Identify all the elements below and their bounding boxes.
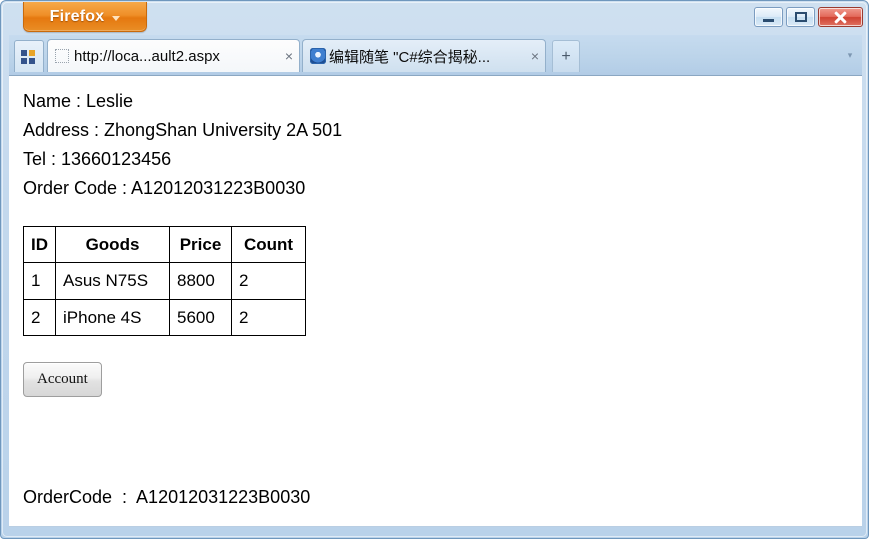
page-viewport: Name : Leslie Address : ZhongShan Univer…	[9, 76, 862, 527]
tab-groups-button[interactable]	[14, 40, 44, 72]
goods-table: ID Goods Price Count 1 Asus N75S 8800 2 …	[23, 225, 306, 337]
page-content: Name : Leslie Address : ZhongShan Univer…	[23, 87, 343, 526]
favicon-placeholder-icon	[55, 49, 69, 63]
close-button[interactable]	[818, 7, 863, 27]
table-cell-count: 2	[231, 298, 306, 337]
tab-strip: http://loca...ault2.aspx × 编辑随笔 "C#综合揭秘.…	[9, 35, 862, 76]
table-cell-id: 2	[23, 298, 56, 337]
minimize-icon	[763, 19, 774, 22]
table-cell-price: 8800	[169, 262, 232, 300]
order-summary: OrderCode : A12012031223B0030 TotalPrice…	[23, 425, 342, 526]
browser-tab-1-title: 编辑随笔 "C#综合揭秘...	[329, 48, 491, 66]
chevron-down-icon	[112, 15, 121, 21]
new-tab-button[interactable]: +	[552, 40, 580, 72]
maximize-icon	[794, 12, 807, 22]
table-cell-id: 1	[23, 262, 56, 300]
table-header-price: Price	[169, 225, 232, 264]
browser-tab-1-close-icon[interactable]: ×	[531, 49, 539, 63]
table-header-count: Count	[231, 225, 306, 264]
table-cell-goods: Asus N75S	[55, 262, 170, 300]
browser-tab-0-title: http://loca...ault2.aspx	[74, 47, 220, 65]
close-icon	[833, 10, 848, 25]
table-header-row: ID Goods Price Count	[23, 225, 306, 264]
info-line-order-code: Order Code : A12012031223B0030	[23, 178, 306, 199]
firefox-menu-button[interactable]: Firefox	[23, 2, 147, 32]
table-cell-goods: iPhone 4S	[55, 298, 170, 337]
window-controls	[754, 7, 863, 27]
table-cell-price: 5600	[169, 298, 232, 337]
tab-groups-icon	[21, 49, 37, 64]
favicon-site-icon	[310, 48, 326, 64]
info-line-tel: Tel : 13660123456	[23, 149, 172, 170]
browser-tab-0-close-icon[interactable]: ×	[285, 49, 293, 63]
firefox-menu-label: Firefox	[49, 7, 105, 25]
list-all-tabs-icon[interactable]: ▾	[842, 47, 858, 63]
browser-tab-0[interactable]: http://loca...ault2.aspx ×	[47, 39, 300, 72]
account-button[interactable]: Account	[23, 362, 102, 397]
summary-line-order-code: OrderCode : A12012031223B0030	[23, 486, 311, 507]
table-row: 1 Asus N75S 8800 2	[23, 262, 306, 300]
table-header-goods: Goods	[55, 225, 170, 264]
browser-window: Firefox http://loca...ault2.aspx × 编辑随笔 …	[0, 0, 869, 539]
info-line-name: Name : Leslie	[23, 91, 134, 111]
title-bar: Firefox	[1, 1, 869, 35]
info-line-address: Address : ZhongShan University 2A 501	[23, 120, 343, 141]
minimize-button[interactable]	[754, 7, 783, 27]
table-header-id: ID	[23, 225, 56, 264]
table-cell-count: 2	[231, 262, 306, 300]
table-row: 2 iPhone 4S 5600 2	[23, 298, 306, 337]
browser-tab-1[interactable]: 编辑随笔 "C#综合揭秘... ×	[302, 39, 546, 72]
maximize-button[interactable]	[786, 7, 815, 27]
